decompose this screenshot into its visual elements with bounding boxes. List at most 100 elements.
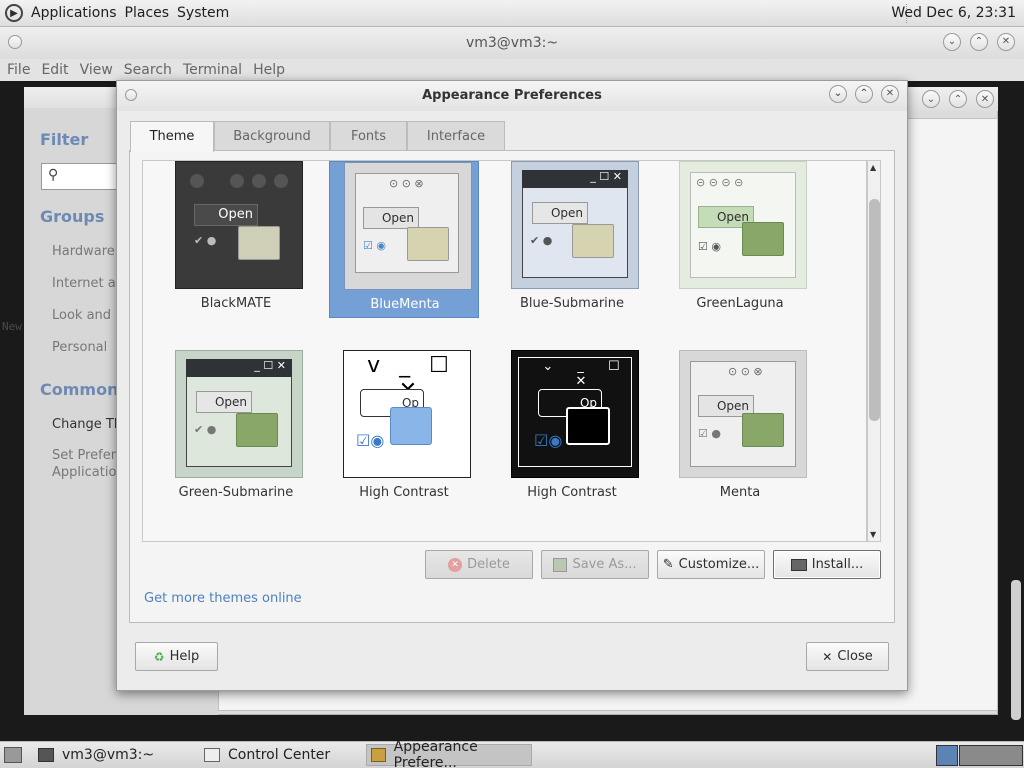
tab-background[interactable]: Background [214, 121, 330, 151]
theme-greenlaguna[interactable]: ⊝ ⊝ ⊝ ⊝ Open ☑ ◉ GreenLaguna [665, 161, 815, 318]
terminal-menu-edit[interactable]: Edit [41, 62, 68, 78]
terminal-close-button[interactable]: ✕ [997, 33, 1015, 51]
theme-thumbnail: Open ✔ ● [175, 161, 303, 289]
task-applications[interactable]: Applicatio [52, 465, 116, 480]
terminal-icon [38, 748, 54, 762]
theme-thumbnail: _ ☐ ✕ Open ✔ ● [511, 161, 639, 289]
group-internet[interactable]: Internet ar [52, 276, 121, 291]
theme-green-submarine[interactable]: _ ☐ ✕ Open ✔ ● Green-Submarine [161, 350, 311, 507]
workspace-switcher-2[interactable] [959, 745, 1023, 766]
folder-icon [238, 226, 280, 260]
task-control-center[interactable]: Control Center [200, 744, 360, 766]
theme-thumbnail: v _ ☐ ✕ Op ☑◉ [343, 350, 471, 478]
applications-menu[interactable]: Applications [31, 5, 117, 21]
help-icon: ♻ [153, 649, 165, 664]
dialog-close-button[interactable]: ✕ [881, 85, 899, 103]
show-desktop-icon[interactable] [4, 747, 22, 763]
save-icon [553, 557, 568, 572]
group-hardware[interactable]: Hardware [52, 244, 115, 259]
close-button[interactable]: ✕ Close [806, 642, 889, 671]
theme-thumbnail: ⊙ ⊙ ⊗ Open ☑ ◉ [344, 162, 472, 290]
terminal-maximize-button[interactable]: ⌃ [970, 33, 988, 51]
theme-high-contrast-inverse[interactable]: ⌄ _ ☐ ✕ Op ☑◉ High Contrast [497, 350, 647, 507]
theme-high-contrast[interactable]: v _ ☐ ✕ Op ☑◉ High Contrast [329, 350, 479, 507]
terminal-menu-file[interactable]: File [7, 62, 30, 78]
task-change-theme[interactable]: Change Th [52, 417, 122, 432]
places-menu[interactable]: Places [125, 5, 170, 21]
control-center-icon [204, 748, 220, 762]
group-look-and-feel[interactable]: Look and F [52, 308, 123, 323]
theme-name: BlueMenta [370, 297, 440, 312]
task-appearance-preferences[interactable]: Appearance Prefere... [366, 739, 532, 768]
terminal-menu-icon[interactable] [8, 35, 22, 49]
dialog-minimize-button[interactable]: ⌄ [829, 85, 847, 103]
theme-blackmate[interactable]: Open ✔ ● BlackMATE [161, 161, 311, 318]
cc-maximize-button[interactable]: ⌃ [949, 90, 967, 108]
workspace-switcher[interactable] [936, 745, 958, 766]
dialog-menu-icon[interactable] [125, 89, 137, 101]
search-icon: ⚲ [48, 167, 59, 183]
system-menu[interactable]: System [177, 5, 229, 21]
thumb-open-button: Open [196, 391, 252, 413]
theme-thumbnail: ⊝ ⊝ ⊝ ⊝ Open ☑ ◉ [679, 161, 807, 289]
help-button[interactable]: ♻ Help [135, 642, 218, 671]
terminal-menu-view[interactable]: View [80, 62, 113, 78]
install-button[interactable]: Install... [773, 550, 881, 579]
theme-blue-submarine[interactable]: _ ☐ ✕ Open ✔ ● Blue-Submarine [497, 161, 647, 318]
folder-icon [390, 407, 432, 445]
group-personal[interactable]: Personal [52, 340, 107, 355]
theme-grid: Open ✔ ● BlackMATE ⊙ ⊙ ⊗ Open ☑ ◉ BlueMe… [142, 160, 867, 542]
tab-fonts[interactable]: Fonts [330, 121, 407, 151]
filter-heading: Filter [40, 130, 89, 149]
dialog-maximize-button[interactable]: ⌃ [855, 85, 873, 103]
tab-theme[interactable]: Theme [130, 121, 214, 152]
theme-name: Menta [719, 485, 761, 500]
theme-name: Blue-Submarine [519, 296, 625, 311]
thumb-open-button: Open [363, 207, 419, 229]
theme-thumbnail: _ ☐ ✕ Open ✔ ● [175, 350, 303, 478]
terminal-menu-help[interactable]: Help [253, 62, 285, 78]
theme-name: High Contrast [359, 485, 449, 500]
theme-thumbnail: ⊙ ⊙ ⊗ Open ☑ ● [679, 350, 807, 478]
folder-icon [566, 407, 610, 445]
thumb-open-button: Open [194, 204, 258, 226]
terminal-menu-terminal[interactable]: Terminal [183, 62, 242, 78]
theme-thumbnail: ⌄ _ ☐ ✕ Op ☑◉ [511, 350, 639, 478]
terminal-menu-search[interactable]: Search [124, 62, 172, 78]
cc-scrollbar[interactable] [1011, 580, 1021, 720]
folder-icon [236, 413, 278, 447]
cc-close-button[interactable]: ✕ [976, 90, 994, 108]
save-as-button[interactable]: Save As... [541, 550, 649, 579]
folder-icon [742, 413, 784, 447]
task-set-preferred[interactable]: Set Prefere [52, 448, 124, 463]
tab-interface[interactable]: Interface [407, 121, 505, 151]
scroll-down-icon[interactable]: ▼ [870, 530, 876, 539]
theme-name: GreenLaguna [696, 296, 784, 311]
top-panel: ▶ Applications Places System Wed Dec 6, … [0, 0, 1024, 27]
theme-name: BlackMATE [200, 296, 272, 311]
dialog-titlebar: Appearance Preferences ⌄ ⌃ ✕ [117, 81, 907, 111]
get-more-themes-link[interactable]: Get more themes online [144, 591, 302, 606]
task-terminal[interactable]: vm3@vm3:~ [34, 744, 194, 766]
theme-name: Green-Submarine [178, 485, 294, 500]
thumb-open-button: Open [532, 202, 588, 224]
theme-bluementa[interactable]: ⊙ ⊙ ⊗ Open ☑ ◉ BlueMenta [329, 161, 479, 318]
edit-icon: ✎ [662, 557, 674, 572]
mate-logo-icon[interactable]: ▶ [5, 4, 23, 22]
terminal-menubar: File Edit View Search Terminal Help [0, 59, 1024, 81]
folder-icon [407, 227, 449, 261]
scroll-up-icon[interactable]: ▲ [870, 163, 876, 172]
theme-name: High Contrast [527, 485, 617, 500]
customize-button[interactable]: ✎ Customize... [657, 550, 765, 579]
install-icon [790, 558, 807, 571]
delete-icon: ✕ [448, 557, 463, 572]
delete-button[interactable]: ✕ Delete [425, 550, 533, 579]
terminal-minimize-button[interactable]: ⌄ [943, 33, 961, 51]
groups-heading: Groups [40, 207, 105, 226]
folder-icon [742, 222, 784, 256]
dialog-title: Appearance Preferences [422, 88, 602, 103]
scrollbar-thumb[interactable] [869, 199, 880, 421]
theme-menta[interactable]: ⊙ ⊙ ⊗ Open ☑ ● Menta [665, 350, 815, 507]
clock[interactable]: Wed Dec 6, 23:31 [891, 5, 1016, 21]
cc-minimize-button[interactable]: ⌄ [922, 90, 940, 108]
